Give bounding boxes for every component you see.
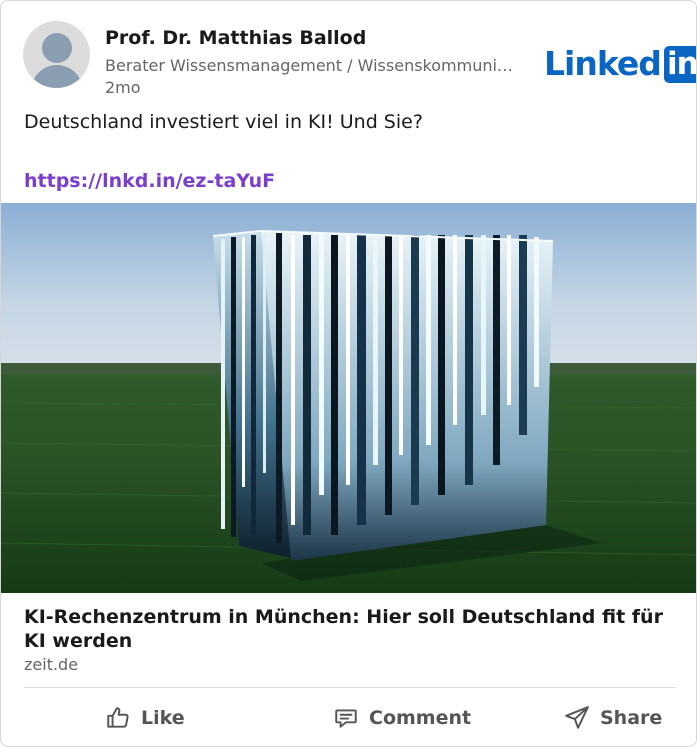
- author-headline: Berater Wissensmanagement / Wissenskommu…: [105, 56, 520, 75]
- like-label: Like: [141, 707, 185, 729]
- post-header: Prof. Dr. Matthias Ballod Berater Wissen…: [23, 21, 696, 97]
- post-link[interactable]: https://lnkd.in/ez-taYuF: [24, 170, 275, 192]
- avatar-head-shape: [42, 33, 72, 63]
- paper-plane-icon: [565, 706, 589, 729]
- article-source: zeit.de: [24, 655, 79, 674]
- comment-label: Comment: [369, 707, 472, 729]
- post-time: 2mo: [105, 78, 141, 97]
- action-bar: Like Comment Share: [1, 697, 696, 739]
- avatar[interactable]: [23, 21, 90, 88]
- post-card: Prof. Dr. Matthias Ballod Berater Wissen…: [0, 0, 697, 747]
- comment-bubble-icon: [335, 709, 357, 728]
- thumbs-up-icon: [107, 707, 129, 728]
- linkedin-logo[interactable]: Linked in: [544, 44, 696, 83]
- article-title[interactable]: KI-Rechenzentrum in München: Hier soll D…: [24, 605, 664, 653]
- divider: [24, 687, 676, 688]
- avatar-body-shape: [31, 65, 83, 88]
- author-name[interactable]: Prof. Dr. Matthias Ballod: [105, 27, 366, 49]
- comment-button[interactable]: Comment: [333, 697, 471, 739]
- article-image[interactable]: [1, 203, 696, 593]
- like-button[interactable]: Like: [105, 697, 185, 739]
- logo-wordmark: Linked: [544, 44, 662, 83]
- share-button[interactable]: Share: [564, 697, 662, 739]
- post-text: Deutschland investiert viel in KI! Und S…: [24, 111, 423, 133]
- logo-in-box: in: [663, 45, 696, 83]
- share-label: Share: [600, 707, 663, 729]
